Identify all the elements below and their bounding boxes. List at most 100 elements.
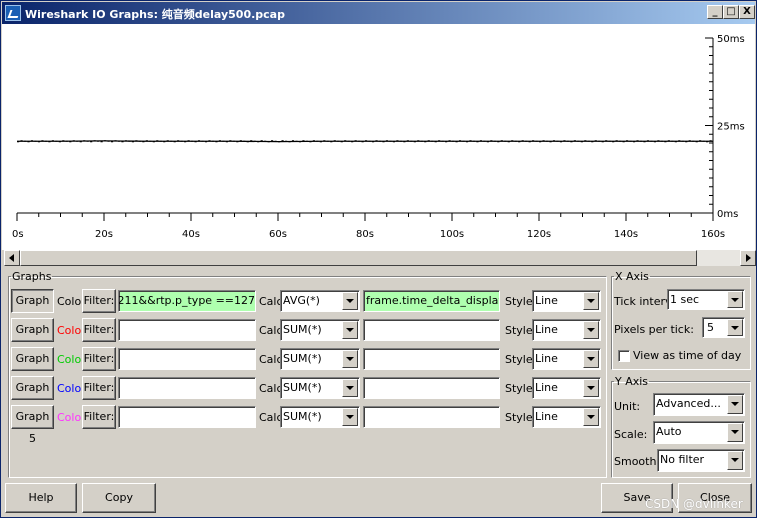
graph-2-style-select[interactable]: Line <box>532 319 601 341</box>
unit-value: Advanced... <box>656 397 721 410</box>
smooth-value: No filter <box>660 453 705 466</box>
graph-5-calc-field-input[interactable] <box>363 406 500 428</box>
graph-2-style-value: Line <box>535 323 558 336</box>
chevron-down-icon[interactable] <box>342 350 358 368</box>
graph-3-style-value: Line <box>535 352 558 365</box>
graph-5-calc-value: SUM(*) <box>283 410 322 423</box>
scroll-left-icon[interactable] <box>4 250 20 266</box>
chevron-down-icon[interactable] <box>727 451 743 470</box>
graph-5-button[interactable]: Graph 5 <box>11 405 54 445</box>
y-axis-legend: Y Axis <box>615 375 649 388</box>
x-tick-label: 20s <box>95 229 113 240</box>
chevron-down-icon[interactable] <box>583 292 599 310</box>
chevron-down-icon[interactable] <box>342 321 358 339</box>
y-tick-label: 50ms <box>717 34 745 45</box>
graph-1-filter-button[interactable]: Filter: <box>82 289 116 313</box>
unit-select[interactable]: Advanced... <box>653 393 745 416</box>
watermark: CSDN @dvlinker <box>645 497 743 511</box>
graph-1-button[interactable]: Graph 1 <box>11 289 54 329</box>
close-window-button[interactable]: X <box>739 5 755 19</box>
x-tick-label: 120s <box>527 229 551 240</box>
minimize-button[interactable]: _ <box>707 5 723 19</box>
io-graph-plot[interactable]: 0s 20s 40s 60s 80s 100s 120s 140s 160s 50ms 25ms 0m… <box>2 24 755 250</box>
graph-2-calc-field-input[interactable] <box>363 319 500 341</box>
scale-value: Auto <box>656 425 682 438</box>
chevron-down-icon[interactable] <box>583 350 599 368</box>
y-tick-label: 25ms <box>717 122 745 133</box>
graph-1-style-value: Line <box>535 294 558 307</box>
graph-4-calc-select[interactable]: SUM(*) <box>280 377 360 399</box>
tick-interval-select[interactable]: 1 sec <box>667 289 745 310</box>
chevron-down-icon[interactable] <box>727 423 743 442</box>
scale-label: Scale: <box>614 428 648 441</box>
scale-select[interactable]: Auto <box>653 421 745 444</box>
graph-4-calc-value: SUM(*) <box>283 381 322 394</box>
io-graph-chart: 0s 20s 40s 60s 80s 100s 120s 140s 160s 50ms 25ms 0m… <box>12 34 745 240</box>
graph-5-style-select[interactable]: Line <box>532 406 601 428</box>
graph-1-calc-field-input[interactable]: frame.time_delta_displayed <box>363 290 500 312</box>
graph-4-filter-button[interactable]: Filter: <box>82 376 116 400</box>
graph-2-filter-input[interactable] <box>118 319 256 341</box>
graph-1-filter-value: 6.178.211&&rtp.p_type ==127 <box>118 294 255 307</box>
view-as-time-of-day-label[interactable]: View as time of day <box>633 349 741 362</box>
scroll-right-icon[interactable] <box>740 250 756 266</box>
help-button[interactable]: Help <box>5 483 77 513</box>
chevron-down-icon[interactable] <box>342 408 358 426</box>
graph-3-filter-input[interactable] <box>118 348 256 370</box>
chevron-down-icon[interactable] <box>583 408 599 426</box>
pixels-per-tick-label: Pixels per tick: <box>614 323 694 336</box>
graph-4-style-value: Line <box>535 381 558 394</box>
x-tick-label: 40s <box>182 229 200 240</box>
graph-3-filter-button[interactable]: Filter: <box>82 347 116 371</box>
chevron-down-icon[interactable] <box>583 379 599 397</box>
graph-4-style-select[interactable]: Line <box>532 377 601 399</box>
x-tick-label: 160s <box>701 229 725 240</box>
unit-label: Unit: <box>614 400 641 413</box>
smooth-label: Smooth: <box>614 455 661 468</box>
graph-5-filter-button[interactable]: Filter: <box>82 405 116 429</box>
chevron-down-icon[interactable] <box>342 379 358 397</box>
graph-3-calc-value: SUM(*) <box>283 352 322 365</box>
graph-2-filter-button[interactable]: Filter: <box>82 318 116 342</box>
x-tick-label: 100s <box>440 229 464 240</box>
wireshark-icon <box>5 5 21 21</box>
pixels-per-tick-select[interactable]: 5 <box>702 317 745 338</box>
graph-3-calc-field-input[interactable] <box>363 348 500 370</box>
graph-1-calc-select[interactable]: AVG(*) <box>280 290 360 312</box>
pixels-per-tick-value: 5 <box>707 321 714 334</box>
tick-interval-value: 1 sec <box>670 293 700 306</box>
graph-3-button[interactable]: Graph 3 <box>11 347 54 387</box>
window-title: Wireshark IO Graphs: 纯音频delay500.pcap <box>25 8 285 21</box>
title-bar[interactable]: Wireshark IO Graphs: 纯音频delay500.pcap _ … <box>2 2 755 24</box>
smooth-select[interactable]: No filter <box>657 449 745 472</box>
graph-2-calc-value: SUM(*) <box>283 323 322 336</box>
chevron-down-icon[interactable] <box>727 319 743 336</box>
graph-4-calc-field-input[interactable] <box>363 377 500 399</box>
copy-button[interactable]: Copy <box>82 483 156 513</box>
graph-4-button[interactable]: Graph 4 <box>11 376 54 416</box>
x-tick-label: 60s <box>269 229 287 240</box>
graph-4-filter-input[interactable] <box>118 377 256 399</box>
graph-2-calc-select[interactable]: SUM(*) <box>280 319 360 341</box>
graph-5-filter-input[interactable] <box>118 406 256 428</box>
graph-1-calc-value: AVG(*) <box>283 294 320 307</box>
chevron-down-icon[interactable] <box>583 321 599 339</box>
chevron-down-icon[interactable] <box>342 292 358 310</box>
chevron-down-icon[interactable] <box>727 291 743 308</box>
maximize-button[interactable]: □ <box>723 5 739 19</box>
graph-2-button[interactable]: Graph 2 <box>11 318 54 358</box>
graph-3-calc-select[interactable]: SUM(*) <box>280 348 360 370</box>
view-as-time-of-day-checkbox[interactable] <box>618 350 630 362</box>
graph-5-style-value: Line <box>535 410 558 423</box>
graph-3-style-select[interactable]: Line <box>532 348 601 370</box>
graph-5-calc-select[interactable]: SUM(*) <box>280 406 360 428</box>
graph-1-filter-input[interactable]: 6.178.211&&rtp.p_type ==127 <box>118 290 256 312</box>
x-axis-legend: X Axis <box>615 270 649 283</box>
scroll-thumb[interactable] <box>20 250 697 266</box>
graphs-legend: Graphs <box>12 270 52 283</box>
io-graphs-window: Wireshark IO Graphs: 纯音频delay500.pcap _ … <box>0 0 757 518</box>
chevron-down-icon[interactable] <box>727 395 743 414</box>
horizontal-scrollbar[interactable] <box>4 250 756 266</box>
graph-1-style-select[interactable]: Line <box>532 290 601 312</box>
x-tick-label: 80s <box>356 229 374 240</box>
